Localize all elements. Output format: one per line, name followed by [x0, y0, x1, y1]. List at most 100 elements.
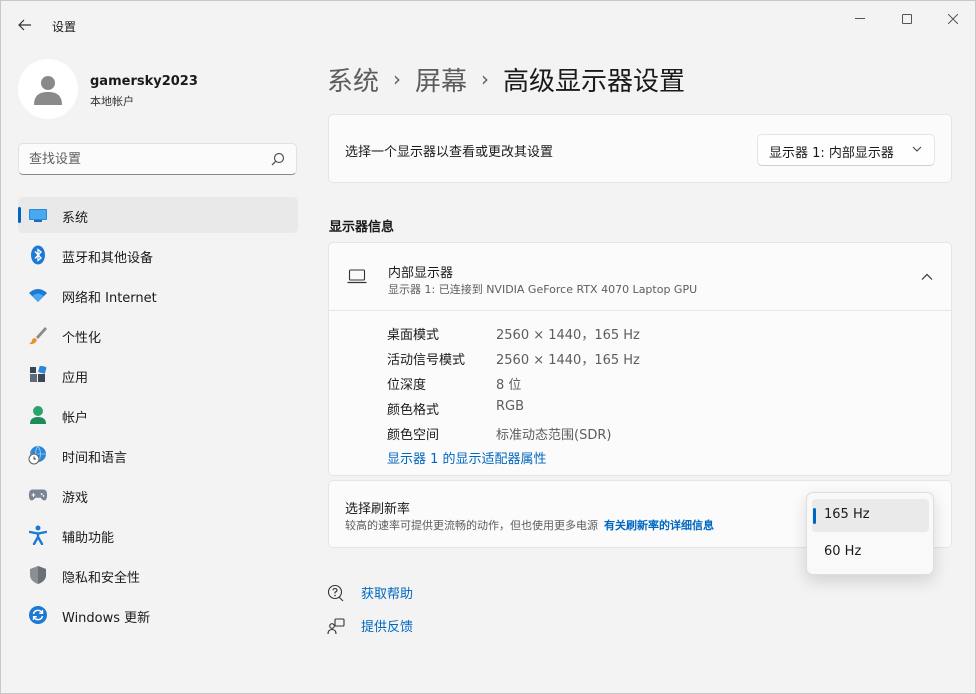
person-icon	[28, 405, 48, 425]
info-row: 活动信号模式 2560 × 1440，165 Hz	[387, 346, 927, 371]
user-profile[interactable]: gamersky2023 本地帐户	[18, 59, 298, 119]
info-key: 位深度	[387, 378, 427, 393]
refresh-option-label: 60 Hz	[824, 544, 862, 559]
info-value: 8 位	[496, 378, 522, 393]
back-button[interactable]	[11, 13, 39, 37]
bluetooth-icon	[28, 245, 48, 265]
back-arrow-icon	[18, 19, 31, 31]
minimize-icon	[855, 18, 865, 19]
breadcrumb: 系统 › 屏幕 › 高级显示器设置	[327, 59, 685, 99]
sidebar-item-personalization[interactable]: 个性化	[18, 317, 298, 353]
sidebar-item-gaming[interactable]: 游戏	[18, 477, 298, 513]
sidebar-item-label: 网络和 Internet	[62, 291, 157, 306]
settings-window: 设置 gamersky2023 本地帐户 查找设置 系统 蓝牙和其他设备 网络和…	[0, 0, 976, 694]
apps-icon	[28, 365, 48, 385]
refresh-option-label: 165 Hz	[824, 507, 870, 522]
sidebar-item-bluetooth[interactable]: 蓝牙和其他设备	[18, 237, 298, 273]
info-row: 颜色格式 RGB	[387, 396, 927, 421]
sidebar-item-label: 时间和语言	[62, 451, 128, 466]
sidebar-item-apps[interactable]: 应用	[18, 357, 298, 393]
sidebar-item-label: Windows 更新	[62, 611, 151, 626]
refresh-rate-info-link[interactable]: 有关刷新率的详细信息	[604, 519, 714, 532]
info-row: 桌面模式 2560 × 1440，165 Hz	[387, 321, 927, 346]
display-connection: 显示器 1: 已连接到 NVIDIA GeForce RTX 4070 Lapt…	[388, 283, 698, 296]
monitor-icon	[28, 205, 48, 225]
search-box	[18, 143, 297, 175]
chevron-right-icon: ›	[481, 67, 490, 91]
help-chat-icon	[327, 584, 344, 602]
search-icon[interactable]	[271, 152, 285, 166]
breadcrumb-display[interactable]: 屏幕	[415, 61, 467, 98]
display-info-rows: 桌面模式 2560 × 1440，165 Hz 活动信号模式 2560 × 14…	[387, 321, 927, 446]
dropdown-selected-value: 显示器 1: 内部显示器	[769, 146, 894, 161]
sidebar-item-privacy[interactable]: 隐私和安全性	[18, 557, 298, 593]
refresh-option-60hz[interactable]: 60 Hz	[812, 536, 929, 569]
search-input[interactable]	[29, 144, 259, 174]
display-name: 内部显示器	[388, 266, 454, 281]
maximize-button[interactable]	[884, 9, 930, 29]
accessibility-icon	[28, 525, 48, 545]
info-value: 2560 × 1440，165 Hz	[496, 328, 640, 343]
sidebar-item-label: 应用	[62, 371, 89, 386]
get-help-row[interactable]: 获取帮助	[327, 581, 527, 614]
sidebar-item-label: 蓝牙和其他设备	[62, 251, 154, 266]
update-icon	[28, 605, 48, 625]
refresh-option-165hz[interactable]: 165 Hz	[812, 499, 929, 532]
sidebar-item-label: 个性化	[62, 331, 102, 346]
sidebar-item-windows-update[interactable]: Windows 更新	[18, 597, 298, 633]
feedback-row[interactable]: 提供反馈	[327, 614, 527, 647]
sidebar-item-system[interactable]: 系统	[18, 197, 298, 233]
app-title: 设置	[52, 20, 77, 34]
info-key: 桌面模式	[387, 328, 440, 343]
sidebar-item-accounts[interactable]: 帐户	[18, 397, 298, 433]
wifi-icon	[28, 285, 48, 305]
display-info-header[interactable]: 内部显示器 显示器 1: 已连接到 NVIDIA GeForce RTX 407…	[329, 243, 951, 311]
sidebar-item-label: 辅助功能	[62, 531, 115, 546]
refresh-rate-description-text: 较高的速率可提供更流畅的动作，但也使用更多电源	[345, 519, 598, 532]
info-row: 颜色空间 标准动态范围(SDR)	[387, 421, 927, 446]
globe-clock-icon	[28, 445, 48, 465]
breadcrumb-system[interactable]: 系统	[327, 61, 379, 98]
section-title: 显示器信息	[329, 220, 395, 235]
account-type: 本地帐户	[90, 95, 134, 108]
help-section: 获取帮助 提供反馈	[327, 581, 527, 647]
close-icon	[948, 14, 958, 24]
minimize-button[interactable]	[837, 9, 883, 29]
feedback-icon	[327, 618, 345, 635]
display-select-card: 选择一个显示器以查看或更改其设置 显示器 1: 内部显示器	[328, 114, 952, 183]
sidebar-item-time-language[interactable]: 时间和语言	[18, 437, 298, 473]
get-help-link[interactable]: 获取帮助	[361, 583, 413, 602]
user-name: gamersky2023	[90, 74, 198, 89]
person-avatar-icon	[34, 76, 62, 105]
chevron-up-icon[interactable]	[919, 269, 935, 285]
info-value: 标准动态范围(SDR)	[496, 428, 612, 443]
sidebar-item-network[interactable]: 网络和 Internet	[18, 277, 298, 313]
maximize-icon	[902, 14, 912, 24]
display-select-label: 选择一个显示器以查看或更改其设置	[345, 145, 554, 160]
chevron-down-icon	[912, 146, 922, 152]
refresh-rate-title: 选择刷新率	[345, 502, 411, 517]
refresh-rate-dropdown-menu: 165 Hz 60 Hz	[806, 492, 934, 575]
info-key: 活动信号模式	[387, 353, 466, 368]
sidebar-item-label: 系统	[62, 211, 89, 226]
shield-icon	[28, 565, 48, 585]
gamepad-icon	[28, 485, 48, 505]
display-info-card: 内部显示器 显示器 1: 已连接到 NVIDIA GeForce RTX 407…	[328, 242, 952, 476]
sidebar-nav: 系统 蓝牙和其他设备 网络和 Internet 个性化 应用 帐户 时间和语言 …	[18, 197, 298, 637]
adapter-properties-link[interactable]: 显示器 1 的显示适配器属性	[387, 448, 547, 467]
brush-icon	[28, 325, 48, 345]
feedback-link[interactable]: 提供反馈	[361, 616, 413, 635]
chevron-right-icon: ›	[393, 67, 402, 91]
title-bar: 设置	[1, 1, 975, 49]
sidebar-item-label: 游戏	[62, 491, 89, 506]
info-value: 2560 × 1440，165 Hz	[496, 353, 640, 368]
refresh-rate-description: 较高的速率可提供更流畅的动作，但也使用更多电源 有关刷新率的详细信息	[345, 517, 714, 533]
display-select-dropdown[interactable]: 显示器 1: 内部显示器	[757, 134, 935, 166]
sidebar-item-label: 帐户	[62, 411, 89, 426]
laptop-icon	[347, 269, 367, 284]
sidebar-item-accessibility[interactable]: 辅助功能	[18, 517, 298, 553]
close-button[interactable]	[930, 9, 976, 29]
avatar	[18, 59, 78, 119]
info-row: 位深度 8 位	[387, 371, 927, 396]
page-title: 高级显示器设置	[503, 66, 686, 97]
